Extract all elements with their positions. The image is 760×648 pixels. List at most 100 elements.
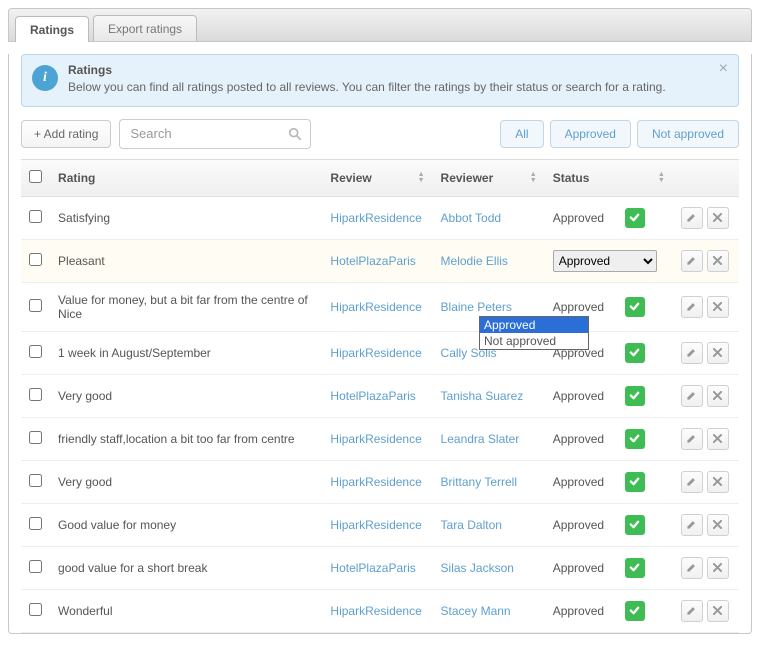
edit-button[interactable] [681, 250, 703, 272]
search-input[interactable] [128, 125, 288, 142]
rating-text: 1 week in August/September [50, 331, 322, 374]
review-link[interactable]: HiparkResidence [330, 300, 421, 314]
status-ok-icon [625, 558, 645, 578]
row-checkbox[interactable] [29, 253, 42, 266]
tab-ratings[interactable]: Ratings [15, 16, 89, 42]
review-link[interactable]: HotelPlazaParis [330, 254, 415, 268]
row-checkbox[interactable] [29, 603, 42, 616]
col-header-review[interactable]: Review▲▼ [322, 159, 432, 196]
delete-button[interactable] [707, 296, 729, 318]
sort-icon[interactable]: ▲▼ [418, 172, 425, 184]
dropdown-option-approved[interactable]: Approved [480, 317, 588, 333]
rating-text: Pleasant [50, 239, 322, 282]
review-link[interactable]: HiparkResidence [330, 604, 421, 618]
search-wrap [119, 119, 311, 149]
filter-not-approved-button[interactable]: Not approved [637, 120, 739, 148]
table-row: good value for a short break HotelPlazaPa… [21, 546, 739, 589]
table-row: Wonderful HiparkResidence Stacey Mann Appro… [21, 589, 739, 632]
main-panel: i Ratings Below you can find all ratings… [8, 54, 752, 634]
reviewer-link[interactable]: Abbot Todd [441, 211, 502, 225]
select-all-checkbox[interactable] [29, 170, 42, 183]
info-box: i Ratings Below you can find all ratings… [21, 54, 739, 107]
review-link[interactable]: HiparkResidence [330, 211, 421, 225]
row-checkbox[interactable] [29, 560, 42, 573]
delete-button[interactable] [707, 385, 729, 407]
col-header-rating[interactable]: Rating [50, 159, 322, 196]
close-icon[interactable]: × [719, 61, 728, 77]
table-row: Very good HiparkResidence Brittany Terrell… [21, 460, 739, 503]
edit-button[interactable] [681, 207, 703, 229]
rating-text: good value for a short break [50, 546, 322, 589]
rating-text: Good value for money [50, 503, 322, 546]
status-ok-icon [625, 386, 645, 406]
info-text: Below you can find all ratings posted to… [68, 79, 666, 96]
delete-button[interactable] [707, 600, 729, 622]
reviewer-link[interactable]: Brittany Terrell [441, 475, 517, 489]
reviewer-link[interactable]: Silas Jackson [441, 561, 514, 575]
dropdown-option-not-approved[interactable]: Not approved [480, 333, 588, 349]
col-header-status[interactable]: Status▲▼ [545, 159, 673, 196]
edit-button[interactable] [681, 471, 703, 493]
status-ok-icon [625, 297, 645, 317]
status-text: Approved [553, 300, 619, 314]
delete-button[interactable] [707, 207, 729, 229]
reviewer-link[interactable]: Tara Dalton [441, 518, 502, 532]
review-link[interactable]: HiparkResidence [330, 346, 421, 360]
col-header-reviewer[interactable]: Reviewer▲▼ [433, 159, 545, 196]
table-row: Good value for money HiparkResidence Tara … [21, 503, 739, 546]
delete-button[interactable] [707, 514, 729, 536]
edit-button[interactable] [681, 557, 703, 579]
reviewer-link[interactable]: Tanisha Suarez [441, 389, 524, 403]
row-checkbox[interactable] [29, 474, 42, 487]
edit-button[interactable] [681, 342, 703, 364]
reviewer-link[interactable]: Blaine Peters [441, 300, 512, 314]
review-link[interactable]: HiparkResidence [330, 432, 421, 446]
status-select[interactable]: Approved [553, 250, 657, 272]
info-icon: i [32, 65, 58, 91]
row-checkbox[interactable] [29, 517, 42, 530]
status-ok-icon [625, 343, 645, 363]
delete-button[interactable] [707, 471, 729, 493]
edit-button[interactable] [681, 428, 703, 450]
toolbar: + Add rating All Approved Not approved [9, 119, 751, 159]
edit-button[interactable] [681, 385, 703, 407]
filter-all-button[interactable]: All [500, 120, 543, 148]
review-link[interactable]: HiparkResidence [330, 518, 421, 532]
review-link[interactable]: HotelPlazaParis [330, 389, 415, 403]
sort-icon[interactable]: ▲▼ [658, 172, 665, 184]
edit-button[interactable] [681, 600, 703, 622]
table-row: 1 week in August/September HiparkResidenc… [21, 331, 739, 374]
status-text: Approved [553, 432, 619, 446]
row-checkbox[interactable] [29, 388, 42, 401]
status-dropdown-popup: Approved Not approved [479, 316, 589, 350]
edit-button[interactable] [681, 296, 703, 318]
reviewer-link[interactable]: Melodie Ellis [441, 254, 508, 268]
status-text: Approved [553, 561, 619, 575]
review-link[interactable]: HotelPlazaParis [330, 561, 415, 575]
status-ok-icon [625, 429, 645, 449]
row-checkbox[interactable] [29, 431, 42, 444]
status-text: Approved [553, 518, 619, 532]
search-icon[interactable] [288, 127, 302, 141]
row-checkbox[interactable] [29, 210, 42, 223]
row-checkbox[interactable] [29, 299, 42, 312]
tab-export-ratings[interactable]: Export ratings [93, 15, 197, 41]
delete-button[interactable] [707, 428, 729, 450]
row-checkbox[interactable] [29, 345, 42, 358]
table-row: Value for money, but a bit far from the … [21, 282, 739, 331]
review-link[interactable]: HiparkResidence [330, 475, 421, 489]
rating-text: Wonderful [50, 589, 322, 632]
status-text: Approved [553, 604, 619, 618]
delete-button[interactable] [707, 342, 729, 364]
filter-approved-button[interactable]: Approved [550, 120, 631, 148]
sort-icon[interactable]: ▲▼ [530, 172, 537, 184]
edit-button[interactable] [681, 514, 703, 536]
reviewer-link[interactable]: Stacey Mann [441, 604, 511, 618]
reviewer-link[interactable]: Leandra Slater [441, 432, 520, 446]
delete-button[interactable] [707, 557, 729, 579]
rating-text: Very good [50, 460, 322, 503]
status-ok-icon [625, 208, 645, 228]
rating-text: Value for money, but a bit far from the … [50, 282, 322, 331]
add-rating-button[interactable]: + Add rating [21, 120, 111, 148]
delete-button[interactable] [707, 250, 729, 272]
